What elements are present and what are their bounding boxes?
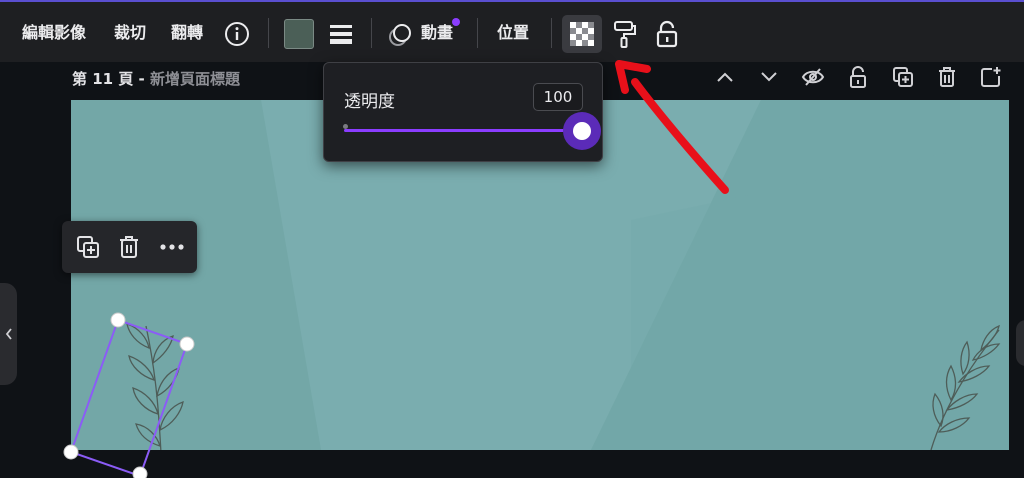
color-swatch[interactable] (284, 19, 314, 49)
paint-roller-icon[interactable] (610, 18, 640, 50)
position-button[interactable]: 位置 (497, 20, 529, 46)
toolbar-divider (477, 18, 478, 48)
transparency-value-input[interactable]: 100 (533, 83, 583, 111)
info-icon[interactable] (222, 19, 252, 49)
add-page-icon[interactable] (976, 64, 1006, 90)
resize-handle[interactable] (63, 444, 79, 460)
duplicate-icon[interactable] (74, 233, 102, 261)
crop-button[interactable]: 裁切 (114, 20, 146, 46)
expand-panel-button[interactable] (1016, 320, 1024, 366)
annotation-arrow (615, 60, 729, 194)
more-icon[interactable] (158, 233, 186, 261)
transparency-popover: 透明度 100 (323, 62, 603, 162)
page-number: 第 11 頁 - (72, 70, 150, 88)
leaf-sprig-illustration (930, 324, 1001, 450)
toolbar-divider (551, 18, 552, 48)
transparency-button[interactable] (562, 15, 602, 53)
element-toolbar (62, 221, 197, 273)
animate-button[interactable]: 動畫 (421, 20, 453, 46)
transparency-label: 透明度 (344, 92, 395, 112)
transparency-slider-thumb[interactable] (563, 112, 601, 150)
toolbar-divider (371, 18, 372, 48)
slider-min-marker (343, 124, 348, 129)
duplicate-page-icon[interactable] (888, 64, 918, 90)
editor-toolbar: 編輯影像 裁切 翻轉 動畫 位置 (0, 0, 1024, 62)
resize-handle[interactable] (132, 466, 148, 478)
page-title-placeholder[interactable]: 新增頁面標題 (150, 70, 240, 88)
trash-icon[interactable] (932, 64, 962, 90)
unlock-icon[interactable] (843, 64, 873, 90)
chevron-down-icon[interactable] (754, 64, 784, 90)
resize-handle[interactable] (179, 336, 195, 352)
collapse-panel-button[interactable] (0, 283, 17, 385)
line-weight-icon[interactable] (326, 19, 356, 49)
edit-image-button[interactable]: 編輯影像 (22, 20, 86, 46)
chevron-left-icon (5, 328, 12, 340)
resize-handle[interactable] (110, 312, 126, 328)
selection-box[interactable] (60, 310, 200, 478)
hide-eye-icon[interactable] (798, 64, 828, 90)
page-title[interactable]: 第 11 頁 - 新增頁面標題 (72, 68, 240, 89)
animate-icon[interactable] (386, 19, 416, 49)
transparency-slider-track[interactable] (344, 129, 582, 132)
flip-button[interactable]: 翻轉 (171, 20, 203, 46)
notification-dot (452, 18, 460, 26)
transparency-icon (570, 22, 594, 46)
trash-icon[interactable] (115, 233, 143, 261)
unlock-icon[interactable] (652, 18, 682, 50)
toolbar-divider (268, 18, 269, 48)
